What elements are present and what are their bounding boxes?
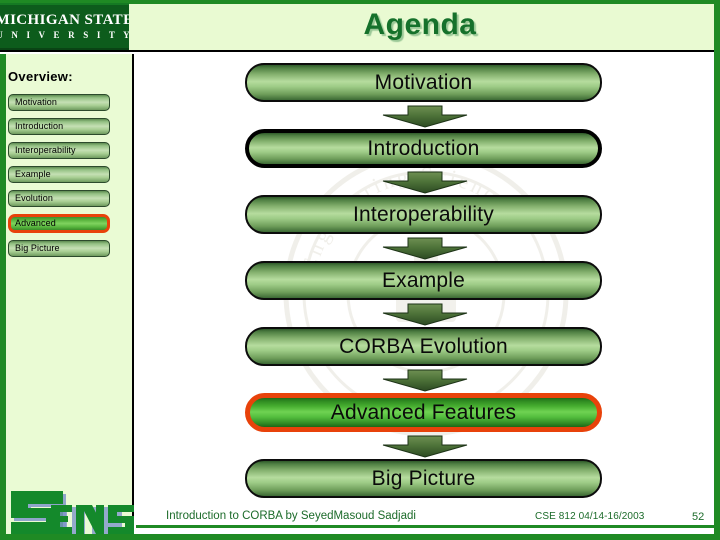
footer-page-number: 52 — [692, 511, 705, 523]
flow-box-label: Example — [381, 268, 466, 292]
down-arrow-icon — [382, 435, 468, 458]
sidebar-item-label: Example — [15, 169, 51, 179]
down-arrow-icon — [382, 369, 468, 392]
sidebar-nav-list: Motivation Introduction Interoperability Ex… — [8, 94, 118, 264]
flow-box-label: Advanced Features — [330, 400, 517, 424]
flow-box-introduction[interactable]: Introduction — [245, 129, 602, 168]
flow-box-label: CORBA Evolution — [339, 334, 508, 358]
sidebar-left-stripe — [0, 54, 6, 534]
flow-box-motivation[interactable]: Motivation — [245, 63, 602, 102]
agenda-flow: Engineering Science MotivationIntroducti… — [136, 54, 714, 534]
msu-logo-line1: MICHIGAN STATE — [0, 12, 129, 28]
down-arrow-icon — [382, 303, 468, 326]
sidebar-item-interoperability[interactable]: Interoperability — [8, 142, 110, 159]
michigan-state-university-logo: MICHIGAN STATE U N I V E R S I T Y — [0, 3, 129, 50]
msu-logo-line2: U N I V E R S I T Y — [0, 30, 129, 40]
footer-attribution: Introduction to CORBA by SeyedMasoud Sad… — [166, 510, 416, 522]
down-arrow-icon — [382, 105, 468, 128]
sidebar-item-label: Big Picture — [15, 243, 60, 253]
sidebar-item-label: Evolution — [15, 193, 53, 203]
flow-box-label: Motivation — [374, 70, 473, 94]
sidebar-item-advanced[interactable]: Advanced — [8, 214, 110, 233]
sidebar-item-label: Introduction — [15, 121, 64, 131]
sidebar-heading: Overview: — [8, 69, 73, 84]
sidebar-item-introduction[interactable]: Introduction — [8, 118, 110, 135]
flow-box-example[interactable]: Example — [245, 261, 602, 300]
sidebar-item-motivation[interactable]: Motivation — [8, 94, 110, 111]
sens-logo — [4, 478, 144, 534]
sidebar-item-big-picture[interactable]: Big Picture — [8, 240, 110, 257]
slide-canvas: MICHIGAN STATE U N I V E R S I T Y Agend… — [0, 0, 720, 540]
footer-rule — [136, 525, 714, 528]
page-title: Agenda — [363, 8, 477, 41]
flow-box-advanced-features[interactable]: Advanced Features — [245, 393, 602, 432]
flow-box-label: Big Picture — [371, 466, 476, 490]
sidebar-item-label: Advanced — [15, 218, 56, 228]
footer-course-date: CSE 812 04/14-16/2003 — [535, 511, 645, 522]
sidebar: Overview: Motivation Introduction Interope… — [0, 54, 134, 534]
down-arrow-icon — [382, 237, 468, 260]
flow-box-interoperability[interactable]: Interoperability — [245, 195, 602, 234]
sidebar-item-example[interactable]: Example — [8, 166, 110, 183]
flow-box-label: Introduction — [367, 136, 480, 160]
sidebar-item-label: Interoperability — [15, 145, 76, 155]
sidebar-item-evolution[interactable]: Evolution — [8, 190, 110, 207]
down-arrow-icon — [382, 171, 468, 194]
flow-box-big-picture[interactable]: Big Picture — [245, 459, 602, 498]
flow-box-corba-evolution[interactable]: CORBA Evolution — [245, 327, 602, 366]
flow-box-label: Interoperability — [353, 202, 494, 226]
sidebar-item-label: Motivation — [15, 97, 58, 107]
